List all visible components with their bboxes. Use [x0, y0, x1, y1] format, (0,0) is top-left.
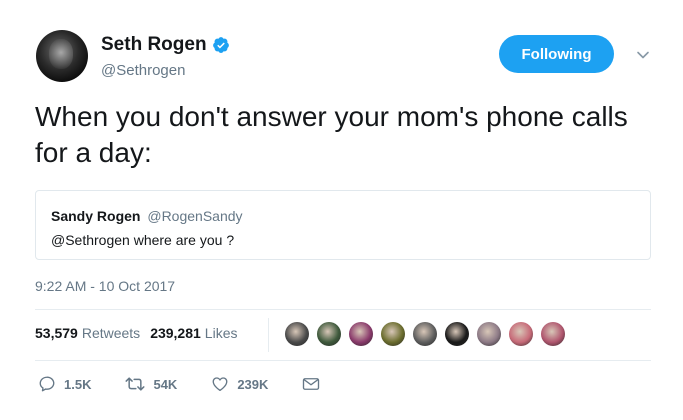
quoted-author-handle: @RogenSandy — [147, 208, 243, 224]
quoted-tweet-text: @Sethrogen where are you ? — [51, 232, 235, 248]
verified-badge-icon — [212, 37, 229, 53]
retweets-label: Retweets — [81, 325, 141, 341]
liker-avatar[interactable] — [349, 322, 373, 346]
liker-avatar[interactable] — [477, 322, 501, 346]
author-name-row: Seth Rogen — [101, 34, 230, 56]
like-count: 239K — [237, 376, 269, 392]
direct-message-button[interactable] — [302, 376, 328, 392]
liker-avatar[interactable] — [509, 322, 533, 346]
following-button[interactable]: Following — [499, 35, 614, 73]
retweets-stat[interactable]: 53,579 Retweets — [35, 325, 140, 341]
retweet-button[interactable]: 54K — [125, 375, 177, 393]
likes-stat[interactable]: 239,281 Likes — [150, 325, 237, 341]
heart-icon — [212, 377, 228, 392]
tweet-text: When you don't answer your mom's phone c… — [35, 101, 628, 168]
divider — [35, 360, 651, 361]
liker-avatars — [285, 322, 573, 346]
liker-avatar[interactable] — [541, 322, 565, 346]
liker-avatar[interactable] — [381, 322, 405, 346]
avatar[interactable] — [36, 30, 88, 82]
retweet-icon — [125, 377, 145, 391]
author-handle[interactable]: @Sethrogen — [101, 62, 185, 79]
reply-icon — [39, 376, 55, 392]
liker-avatar[interactable] — [317, 322, 341, 346]
likes-count: 239,281 — [150, 325, 201, 341]
liker-avatar[interactable] — [285, 322, 309, 346]
author-display-name[interactable]: Seth Rogen — [101, 34, 207, 56]
message-icon — [303, 378, 320, 390]
engagement-stats: 53,579 Retweets 239,281 Likes — [35, 325, 247, 341]
quoted-tweet[interactable]: Sandy Rogen @RogenSandy @Sethrogen where… — [35, 190, 651, 260]
chevron-down-icon[interactable] — [636, 48, 650, 62]
quoted-tweet-header: Sandy Rogen @RogenSandy — [51, 208, 243, 224]
action-bar: 1.5K 54K 239K — [38, 375, 362, 393]
liker-avatar[interactable] — [413, 322, 437, 346]
likes-label: Likes — [204, 325, 238, 341]
reply-button[interactable]: 1.5K — [38, 375, 91, 393]
liker-avatar[interactable] — [445, 322, 469, 346]
retweet-count: 54K — [153, 376, 178, 392]
quoted-author-name: Sandy Rogen — [51, 208, 141, 224]
tweet-timestamp[interactable]: 9:22 AM - 10 Oct 2017 — [35, 278, 175, 294]
stats-separator — [268, 318, 269, 352]
divider — [35, 309, 651, 310]
reply-count: 1.5K — [64, 376, 92, 392]
like-button[interactable]: 239K — [211, 375, 268, 393]
retweets-count: 53,579 — [35, 325, 78, 341]
tweet-card: Seth Rogen @Sethrogen Following When you… — [0, 0, 683, 420]
